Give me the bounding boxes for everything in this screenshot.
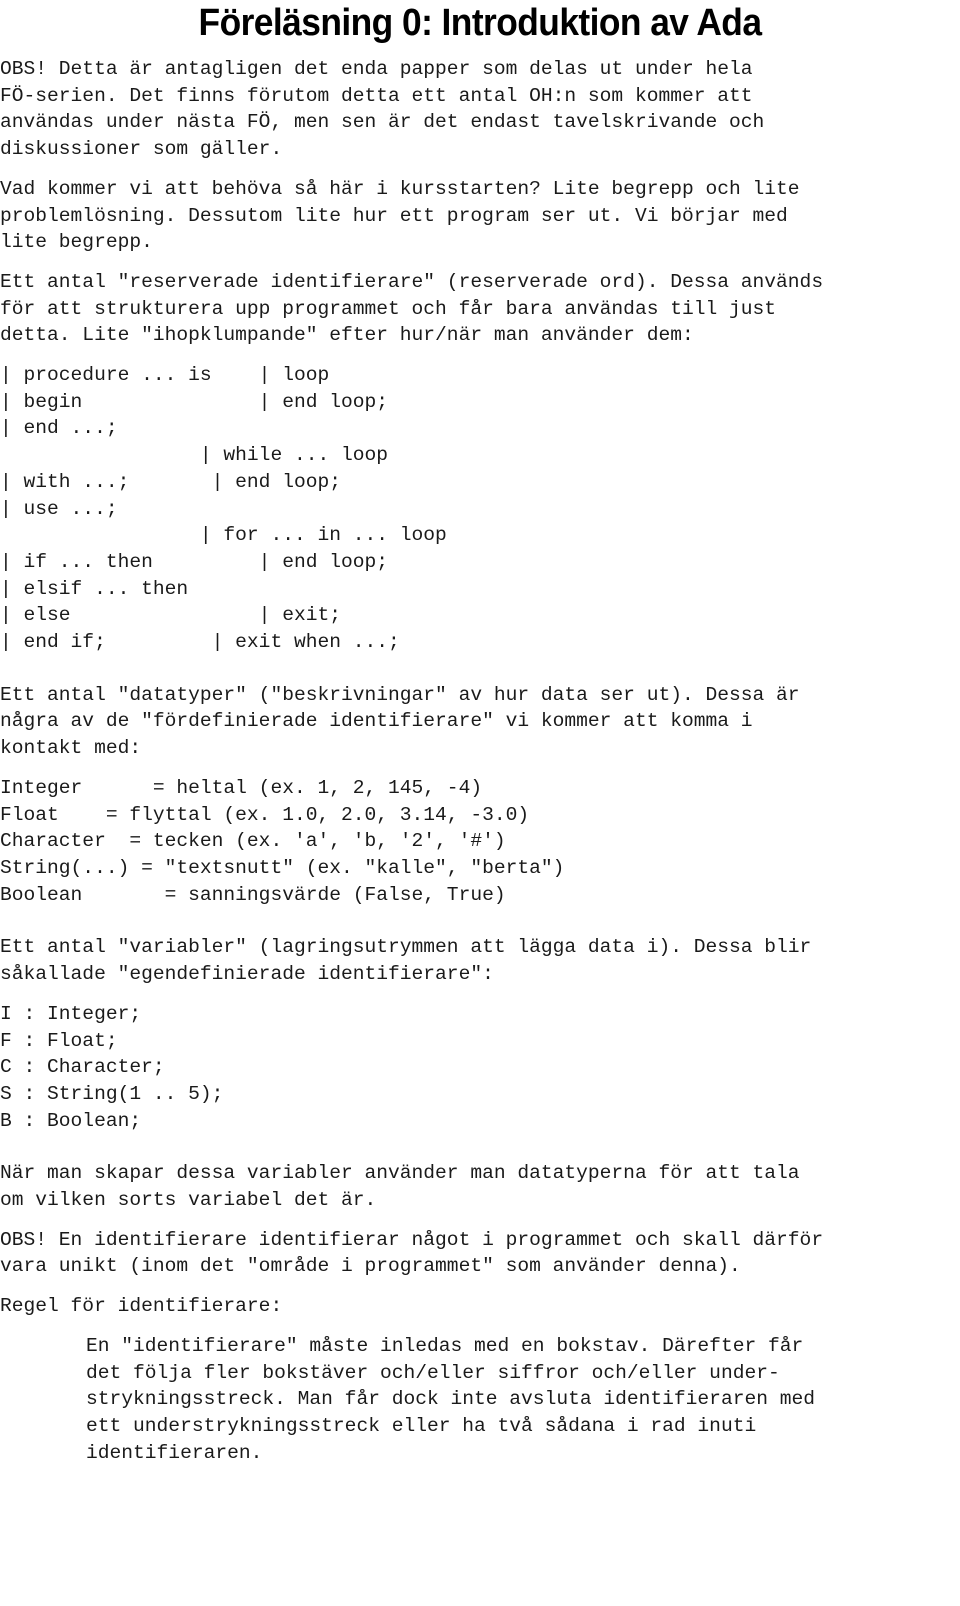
- paragraph-regel-body: En "identifierare" måste inledas med en …: [86, 1334, 816, 1464]
- paragraph-variabler: Ett antal "variabler" (lagringsutrymmen …: [0, 936, 812, 986]
- document-page: Föreläsning 0: Introduktion av Ada OBS! …: [0, 0, 960, 1606]
- paragraph-datatyper: Ett antal "datatyper" ("beskrivningar" a…: [0, 683, 800, 760]
- code-block-reserved-words: | procedure ... is | loop | begin | end …: [0, 364, 447, 654]
- page-title: Föreläsning 0: Introduktion av Ada: [198, 2, 762, 44]
- intro-section: OBS! Detta är antagligen det enda papper…: [0, 54, 960, 163]
- code-block-datatypes: Integer = heltal (ex. 1, 2, 145, -4) Flo…: [0, 776, 565, 906]
- paragraph-kursstart: Vad kommer vi att behöva så här i kursst…: [0, 177, 800, 254]
- paragraph-obs-unik: OBS! En identifierare identifierar något…: [0, 1228, 824, 1278]
- paragraph-reserverade-identifierare: Ett antal "reserverade identifierare" (r…: [0, 270, 824, 347]
- paragraph-obs-intro: OBS! Detta är antagligen det enda papper…: [0, 58, 765, 161]
- code-block-variable-declarations: I : Integer; F : Float; C : Character; S…: [0, 1002, 224, 1132]
- heading-regel-for-identifierare: Regel för identifierare:: [0, 1295, 283, 1318]
- paragraph-skapar-variabler: När man skapar dessa variabler använder …: [0, 1162, 800, 1212]
